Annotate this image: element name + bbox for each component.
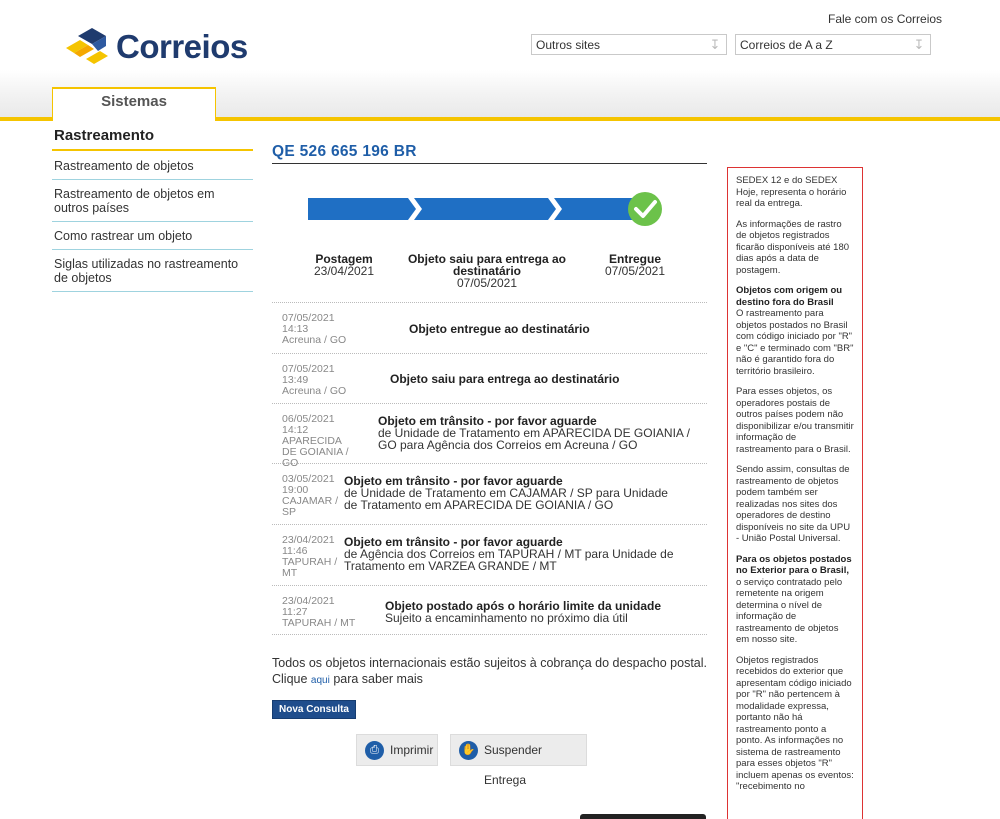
sidebar-item-como-rastrear[interactable]: Como rastrear um objeto (52, 222, 253, 250)
note-end: para saber mais (333, 672, 423, 686)
summary-entregue: Entregue 07/05/2021 (590, 253, 680, 277)
event-meta: 03/05/2021 19:00 CAJAMAR / SP (282, 474, 342, 518)
imprimir-button[interactable]: ⎙ Imprimir (356, 734, 438, 766)
event-title: Objeto saiu para entrega ao destinatário (390, 372, 620, 386)
info-paragraph: As informações de rastro de objetos regi… (736, 218, 850, 276)
event-description: Objeto saiu para entrega ao destinatário (390, 373, 700, 385)
outros-sites-select[interactable]: Outros sites ↧ (531, 34, 727, 55)
summary-postagem-date: 23/04/2021 (313, 264, 375, 278)
delivery-progress-bar (308, 192, 662, 226)
arrow-down-icon: ↧ (913, 37, 925, 52)
correios-az-select[interactable]: Correios de A a Z ↧ (735, 34, 931, 55)
outros-sites-value: Outros sites (536, 38, 601, 52)
note-clique: Clique (272, 672, 308, 686)
summary-entregue-date: 07/05/2021 (604, 264, 666, 278)
sidebar-title-divider (52, 149, 253, 151)
info-paragraph: Objetos registrados recebidos do exterio… (736, 654, 854, 793)
correios-az-value: Correios de A a Z (740, 38, 833, 52)
nova-consulta-button[interactable]: Nova Consulta (272, 700, 356, 719)
info-paragraph: Sendo assim, consultas de rastreamento d… (736, 464, 851, 544)
sidebar-item-rastreamento-objetos[interactable]: Rastreamento de objetos (52, 152, 253, 180)
event-title: Objeto entregue ao destinatário (409, 322, 590, 336)
progress-step-saiu (414, 198, 556, 220)
arrow-down-icon: ↧ (709, 37, 721, 52)
tab-sistemas[interactable]: Sistemas (52, 87, 216, 121)
sidebar-item-siglas[interactable]: Siglas utilizadas no rastreamento de obj… (52, 250, 253, 292)
international-note: Todos os objetos internacionais estão su… (272, 655, 712, 689)
sidebar-item-rastreamento-outros-paises[interactable]: Rastreamento de objetos em outros países (52, 180, 253, 222)
event-meta: 07/05/2021 13:49 Acreuna / GO (282, 364, 362, 397)
events-bottom-divider (272, 634, 707, 635)
summary-saiu-date: 07/05/2021 (456, 276, 518, 290)
event-description: Objeto entregue ao destinatário (409, 323, 699, 335)
event-meta: 06/05/2021 14:12 APARECIDA DE GOIANIA / … (282, 414, 358, 469)
tracking-events-list: 07/05/2021 14:13 Acreuna / GO Objeto ent… (272, 302, 707, 635)
list-item: 23/04/2021 11:46 TAPURAH / MT Objeto em … (272, 524, 707, 585)
info-text: o serviço contratado pelo remetente na o… (736, 576, 843, 646)
event-description: Objeto em trânsito - por favor aguarde d… (344, 536, 706, 572)
event-place: Acreuna / GO (282, 334, 347, 346)
event-description: Objeto em trânsito - por favor aguarde d… (344, 475, 684, 511)
info-paragraph: Para esses objetos, os operadores postai… (736, 386, 854, 455)
event-description: Objeto postado após o horário limite da … (385, 600, 685, 624)
list-item: 07/05/2021 14:13 Acreuna / GO Objeto ent… (272, 302, 707, 353)
printer-icon: ⎙ (365, 741, 384, 760)
note-text: Todos os objetos internacionais estão su… (272, 656, 708, 670)
summary-postagem: Postagem 23/04/2021 (300, 253, 388, 277)
progress-step-postagem (308, 198, 416, 220)
event-detail: de Agência dos Correios em TAPURAH / MT … (344, 547, 674, 573)
list-item: 03/05/2021 19:00 CAJAMAR / SP Objeto em … (272, 463, 707, 524)
correios-logo-icon (66, 28, 108, 64)
event-place: Acreuna / GO (282, 385, 347, 397)
info-heading: Objetos com origem ou destino fora do Br… (736, 285, 843, 308)
tracking-code: QE 526 665 196 BR (272, 143, 417, 160)
list-item: 23/04/2021 11:27 TAPURAH / MT Objeto pos… (272, 585, 707, 635)
suspender-label: Suspender Entrega (484, 743, 543, 787)
info-paragraph-intl: Objetos com origem ou destino fora do Br… (736, 285, 854, 377)
tab-sistemas-label: Sistemas (101, 93, 167, 110)
info-paragraph: SEDEX 12 e do SEDEX Hoje, representa o h… (736, 175, 847, 209)
delivered-check-icon (628, 192, 662, 226)
summary-saiu-entrega: Objeto saiu para entrega ao destinatário… (404, 253, 570, 289)
event-detail: Sujeito a encaminhamento no próximo dia … (385, 611, 628, 625)
partial-dark-element (580, 814, 706, 819)
fale-com-correios-link[interactable]: Fale com os Correios (828, 12, 942, 26)
sidebar-menu: Rastreamento de objetos Rastreamento de … (52, 152, 253, 292)
event-detail: de Unidade de Tratamento em CAJAMAR / SP… (344, 486, 668, 512)
event-place: CAJAMAR / SP (282, 495, 339, 518)
event-place: TAPURAH / MT (282, 617, 356, 629)
event-meta: 23/04/2021 11:46 TAPURAH / MT (282, 535, 342, 579)
list-item: 07/05/2021 13:49 Acreuna / GO Objeto sai… (272, 353, 707, 403)
sidebar-title: Rastreamento (54, 127, 155, 144)
summary-saiu-label: Objeto saiu para entrega ao destinatário (407, 252, 567, 278)
suspender-entrega-button[interactable]: ✋ Suspender Entrega (450, 734, 587, 787)
info-heading: Para os objetos postados no Exterior par… (736, 553, 852, 577)
aqui-link[interactable]: aqui (311, 675, 330, 686)
hand-stop-icon: ✋ (459, 741, 478, 760)
logo-wordmark: Correios (116, 28, 248, 65)
progress-step-entregue (554, 198, 638, 220)
info-text: O rastreamento para objetos postados no … (736, 308, 854, 377)
imprimir-label: Imprimir (390, 743, 434, 757)
event-description: Objeto em trânsito - por favor aguarde d… (378, 415, 708, 451)
event-place: TAPURAH / MT (282, 556, 338, 579)
event-detail: de Unidade de Tratamento em APARECIDA DE… (378, 426, 690, 452)
tracking-code-divider (272, 163, 707, 164)
info-sidebar-box: SEDEX 12 e do SEDEX Hoje, representa o h… (727, 167, 863, 819)
event-meta: 07/05/2021 14:13 Acreuna / GO (282, 313, 362, 346)
info-paragraph-exterior: Para os objetos postados no Exterior par… (736, 554, 854, 646)
event-meta: 23/04/2021 11:27 TAPURAH / MT (282, 596, 362, 629)
list-item: 06/05/2021 14:12 APARECIDA DE GOIANIA / … (272, 403, 708, 469)
correios-logo[interactable]: Correios (64, 26, 254, 70)
